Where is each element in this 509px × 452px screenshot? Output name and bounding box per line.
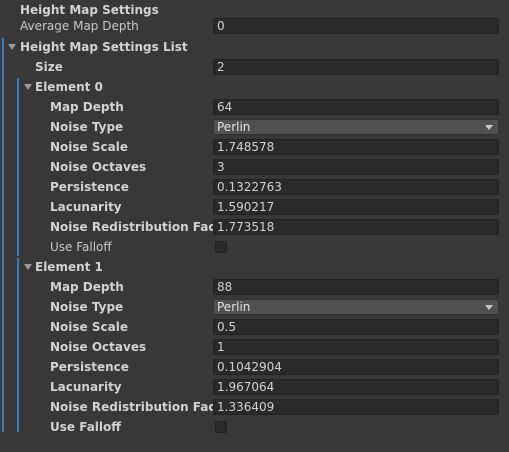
noise-redistribution-factor-field[interactable]: 1.773518 <box>213 219 499 235</box>
use-falloff-row: Use Falloff <box>0 237 509 257</box>
noise-type-value: Perlin <box>217 300 251 314</box>
lacunarity-field[interactable]: 1.967064 <box>213 379 499 395</box>
noise-type-label: Noise Type <box>50 300 124 314</box>
average-map-depth-label: Average Map Depth <box>20 19 139 33</box>
average-map-depth-field[interactable]: 0 <box>213 18 499 34</box>
element-title: Element 1 <box>35 260 103 274</box>
use-falloff-label: Use Falloff <box>50 240 112 254</box>
lacunarity-row: Lacunarity 1.967064 <box>0 377 509 397</box>
noise-scale-row: Noise Scale 1.748578 <box>0 137 509 157</box>
height-map-settings-list-foldout[interactable]: Height Map Settings List <box>0 37 509 57</box>
noise-scale-label: Noise Scale <box>50 320 128 334</box>
lacunarity-field[interactable]: 1.590217 <box>213 199 499 215</box>
map-depth-row: Map Depth 64 <box>0 97 509 117</box>
noise-scale-row: Noise Scale 0.5 <box>0 317 509 337</box>
noise-type-value: Perlin <box>217 120 251 134</box>
persistence-field[interactable]: 0.1322763 <box>213 179 499 195</box>
lacunarity-row: Lacunarity 1.590217 <box>0 197 509 217</box>
average-map-depth-row: Average Map Depth 0 <box>0 16 509 36</box>
list-title: Height Map Settings List <box>20 40 188 54</box>
chevron-down-icon[interactable] <box>8 44 16 50</box>
list-size-label: Size <box>35 60 63 74</box>
noise-octaves-label: Noise Octaves <box>50 160 147 174</box>
map-depth-label: Map Depth <box>50 280 124 294</box>
chevron-down-icon[interactable] <box>24 84 32 90</box>
list-size-row: Size 2 <box>0 57 509 77</box>
noise-octaves-row: Noise Octaves 1 <box>0 337 509 357</box>
noise-redistribution-factor-label: Noise Redistribution Factor <box>50 400 236 414</box>
noise-redistribution-factor-label: Noise Redistribution Factor <box>50 220 236 234</box>
noise-type-row: Noise Type Perlin <box>0 117 509 137</box>
map-depth-field[interactable]: 88 <box>213 279 499 295</box>
persistence-field[interactable]: 0.1042904 <box>213 359 499 375</box>
persistence-label: Persistence <box>50 360 129 374</box>
use-falloff-checkbox[interactable] <box>215 241 227 253</box>
lacunarity-label: Lacunarity <box>50 200 122 214</box>
noise-octaves-row: Noise Octaves 3 <box>0 157 509 177</box>
noise-type-dropdown[interactable]: Perlin <box>213 119 499 135</box>
persistence-row: Persistence 0.1322763 <box>0 177 509 197</box>
map-depth-field[interactable]: 64 <box>213 99 499 115</box>
noise-type-row: Noise Type Perlin <box>0 297 509 317</box>
map-depth-row: Map Depth 88 <box>0 277 509 297</box>
element-1-foldout[interactable]: Element 1 <box>0 257 509 277</box>
use-falloff-label: Use Falloff <box>50 420 121 434</box>
element-title: Element 0 <box>35 80 103 94</box>
noise-scale-label: Noise Scale <box>50 140 128 154</box>
list-size-field[interactable]: 2 <box>213 59 499 75</box>
noise-octaves-field[interactable]: 3 <box>213 159 499 175</box>
dropdown-arrow-icon <box>485 305 493 310</box>
noise-redistribution-factor-row: Noise Redistribution Factor 1.336409 <box>0 397 509 417</box>
persistence-row: Persistence 0.1042904 <box>0 357 509 377</box>
noise-type-dropdown[interactable]: Perlin <box>213 299 499 315</box>
element-0-foldout[interactable]: Element 0 <box>0 77 509 97</box>
noise-scale-field[interactable]: 0.5 <box>213 319 499 335</box>
lacunarity-label: Lacunarity <box>50 380 122 394</box>
noise-octaves-label: Noise Octaves <box>50 340 147 354</box>
noise-redistribution-factor-field[interactable]: 1.336409 <box>213 399 499 415</box>
noise-scale-field[interactable]: 1.748578 <box>213 139 499 155</box>
noise-type-label: Noise Type <box>50 120 124 134</box>
map-depth-label: Map Depth <box>50 100 124 114</box>
chevron-down-icon[interactable] <box>24 264 32 270</box>
persistence-label: Persistence <box>50 180 129 194</box>
noise-redistribution-factor-row: Noise Redistribution Factor 1.773518 <box>0 217 509 237</box>
noise-octaves-field[interactable]: 1 <box>213 339 499 355</box>
use-falloff-checkbox[interactable] <box>215 421 227 433</box>
use-falloff-row: Use Falloff <box>0 417 509 437</box>
dropdown-arrow-icon <box>485 125 493 130</box>
